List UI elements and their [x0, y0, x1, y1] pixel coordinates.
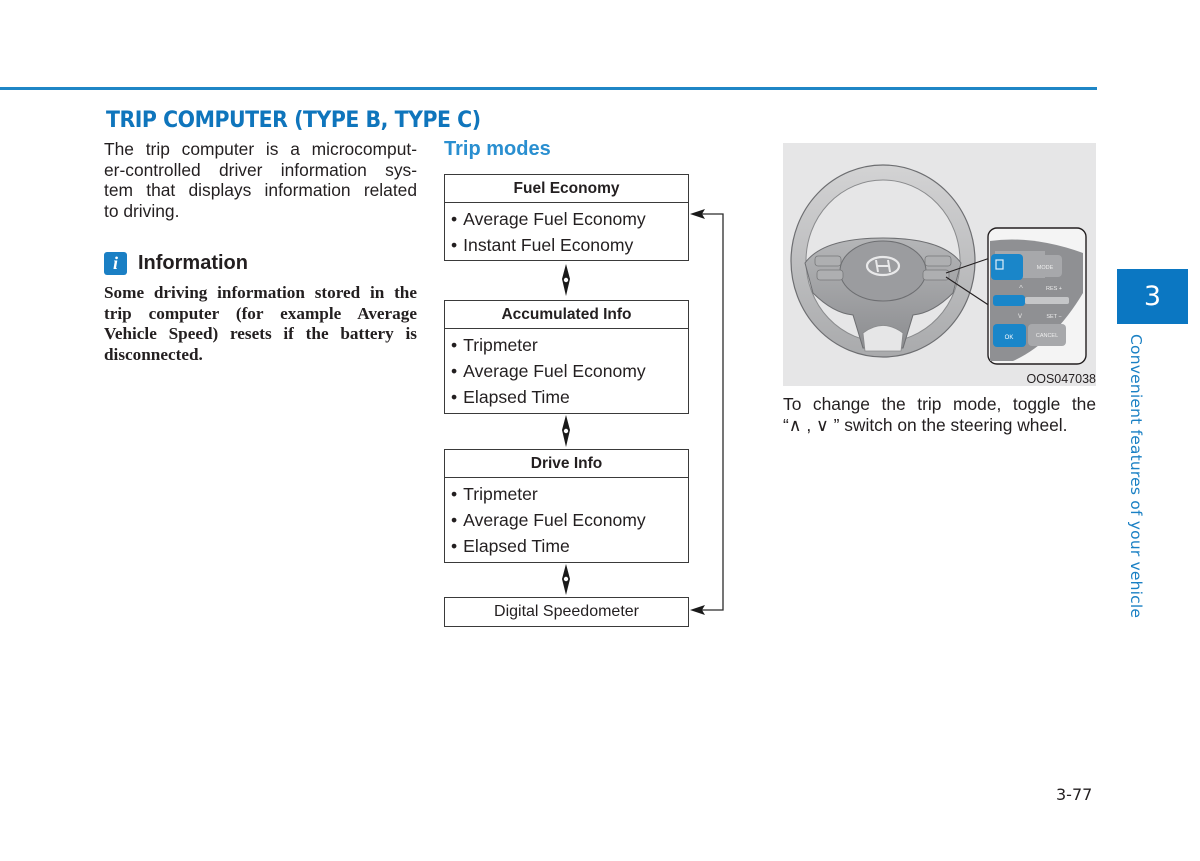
loop-arrowhead-top: [690, 209, 705, 219]
mode-item: Elapsed Time: [451, 533, 688, 559]
figure-code: OOS047038: [1026, 372, 1097, 386]
mode-item: Tripmeter: [451, 332, 688, 358]
info-line: Vehicle Speed) resets if the battery is: [104, 324, 417, 344]
info-icon: i: [104, 252, 127, 276]
intro-line: er-controlled driver information sys-: [104, 159, 417, 180]
info-line: disconnected.: [104, 344, 203, 364]
set-button-label: SET −: [1046, 314, 1061, 320]
mode-title: Accumulated Info: [445, 301, 688, 329]
loop-arrow: [702, 213, 724, 611]
double-arrow-1: [562, 264, 570, 296]
loop-arrowhead-bottom: [690, 605, 705, 615]
caption-line: “∧ , ∨ ” switch on the steering wheel.: [783, 414, 1068, 435]
information-heading: i Information: [104, 252, 417, 276]
svg-text:OK: OK: [1005, 335, 1014, 341]
steering-wheel-icon: [790, 164, 991, 358]
mode-item: Elapsed Time: [451, 384, 688, 410]
double-arrow-3: [562, 564, 570, 595]
up-down-switch: [993, 295, 1025, 306]
info-line: trip computer (for example Average: [104, 303, 417, 323]
mode-item: Instant Fuel Economy: [451, 232, 688, 258]
figure-caption: To change the trip mode, toggle the “∧ ,…: [783, 394, 1096, 435]
section-title: TRIP COMPUTER (TYPE B, TYPE C): [106, 108, 481, 133]
mode-box-drive-info: Drive Info Tripmeter Average Fuel Econom…: [444, 449, 689, 563]
information-body: Some driving information stored in the t…: [104, 283, 417, 365]
mode-box-fuel-economy: Fuel Economy Average Fuel Economy Instan…: [444, 174, 689, 262]
mode-item: Tripmeter: [451, 481, 688, 507]
header-rule: [0, 87, 1097, 90]
mode-title: Fuel Economy: [445, 175, 688, 203]
mode-item: Average Fuel Economy: [451, 358, 688, 384]
switch-closeup-inset: MODE ^ RES + v SET − OK CANCEL: [987, 227, 1087, 365]
res-button-label: RES +: [1046, 286, 1062, 292]
left-column: The trip computer is a microcomput- er-c…: [104, 139, 417, 365]
mode-item: Average Fuel Economy: [451, 507, 688, 533]
intro-line: tem that displays information related: [104, 180, 417, 201]
mode-items: Tripmeter Average Fuel Economy Elapsed T…: [445, 329, 688, 413]
mode-items: Average Fuel Economy Instant Fuel Econom…: [445, 203, 688, 260]
intro-paragraph: The trip computer is a microcomput- er-c…: [104, 139, 417, 221]
page-number: 3-77: [1056, 785, 1093, 804]
svg-text:v: v: [1018, 311, 1022, 320]
chapter-title: Convenient features of your vehicle: [1127, 334, 1145, 619]
mode-box-accumulated-info: Accumulated Info Tripmeter Average Fuel …: [444, 300, 689, 414]
svg-text:CANCEL: CANCEL: [1036, 333, 1058, 339]
mode-title: Drive Info: [445, 450, 688, 478]
caption-line: To change the trip mode, toggle the: [783, 394, 1096, 414]
mode-button-label: MODE: [1037, 265, 1054, 271]
chapter-number-tab: 3: [1117, 269, 1188, 324]
mode-items: Tripmeter Average Fuel Economy Elapsed T…: [445, 478, 688, 562]
steering-wheel-figure: MODE ^ RES + v SET − OK CANCEL OOS047038: [783, 143, 1096, 386]
double-arrow-2: [562, 415, 570, 447]
info-line: Some driving information stored in the: [104, 283, 417, 303]
mode-item: Average Fuel Economy: [451, 206, 688, 232]
intro-line: to driving.: [104, 200, 180, 221]
mode-box-digital-speedometer: Digital Speedometer: [444, 597, 689, 627]
intro-line: The trip computer is a microcomput-: [104, 139, 417, 159]
svg-text:^: ^: [1019, 284, 1023, 293]
trip-modes-heading: Trip modes: [444, 138, 551, 160]
steering-wheel-illustration: MODE ^ RES + v SET − OK CANCEL: [790, 164, 1087, 365]
information-title: Information: [138, 252, 248, 275]
